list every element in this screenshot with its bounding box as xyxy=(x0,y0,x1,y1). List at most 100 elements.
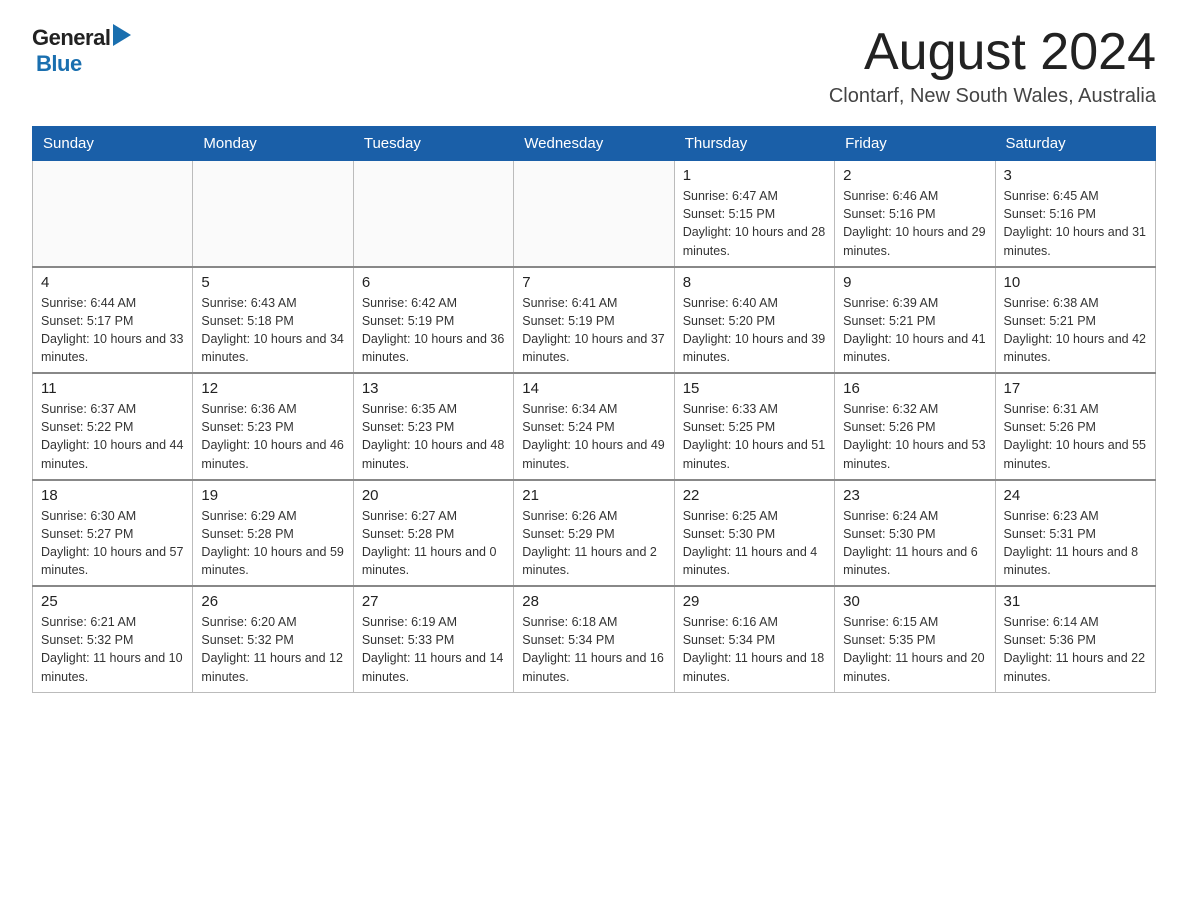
day-info: Sunrise: 6:31 AMSunset: 5:26 PMDaylight:… xyxy=(1004,400,1147,473)
day-number: 25 xyxy=(41,593,184,610)
table-row: 4 Sunrise: 6:44 AMSunset: 5:17 PMDaylight… xyxy=(33,267,193,374)
day-number: 27 xyxy=(362,593,505,610)
calendar-week-row: 1Sunrise: 6:47 AMSunset: 5:15 PMDaylight… xyxy=(33,161,1156,267)
day-info: Sunrise: 6:41 AMSunset: 5:19 PMDaylight:… xyxy=(522,294,665,367)
calendar-week-row: 25 Sunrise: 6:21 AMSunset: 5:32 PMDayligh… xyxy=(33,586,1156,692)
table-row: 8 Sunrise: 6:40 AMSunset: 5:20 PMDaylight… xyxy=(674,267,834,374)
table-row: 6 Sunrise: 6:42 AMSunset: 5:19 PMDaylight… xyxy=(353,267,513,374)
day-number: 31 xyxy=(1004,593,1147,610)
day-number: 22 xyxy=(683,487,826,504)
header-saturday: Saturday xyxy=(995,127,1155,161)
day-info: Sunrise: 6:46 AMSunset: 5:16 PMDaylight:… xyxy=(843,187,986,260)
day-number: 19 xyxy=(201,487,344,504)
table-row: 30 Sunrise: 6:15 AMSunset: 5:35 PMDayligh… xyxy=(835,586,995,692)
table-row: 22 Sunrise: 6:25 AMSunset: 5:30 PMDayligh… xyxy=(674,480,834,587)
day-number: 29 xyxy=(683,593,826,610)
day-number: 5 xyxy=(201,274,344,291)
header-friday: Friday xyxy=(835,127,995,161)
table-row: 11 Sunrise: 6:37 AMSunset: 5:22 PMDayligh… xyxy=(33,373,193,480)
day-number: 1 xyxy=(683,167,826,184)
table-row: 24Sunrise: 6:23 AMSunset: 5:31 PMDayligh… xyxy=(995,480,1155,587)
header-thursday: Thursday xyxy=(674,127,834,161)
page-header: General Blue August 2024 Clontarf, New S… xyxy=(32,24,1156,108)
table-row xyxy=(353,161,513,267)
day-info: Sunrise: 6:25 AMSunset: 5:30 PMDaylight:… xyxy=(683,507,826,580)
day-number: 11 xyxy=(41,380,184,397)
day-info: Sunrise: 6:42 AMSunset: 5:19 PMDaylight:… xyxy=(362,294,505,367)
day-info: Sunrise: 6:16 AMSunset: 5:34 PMDaylight:… xyxy=(683,613,826,686)
table-row: 10 Sunrise: 6:38 AMSunset: 5:21 PMDayligh… xyxy=(995,267,1155,374)
table-row: 28 Sunrise: 6:18 AMSunset: 5:34 PMDayligh… xyxy=(514,586,674,692)
day-number: 10 xyxy=(1004,274,1147,291)
table-row: 14Sunrise: 6:34 AMSunset: 5:24 PMDayligh… xyxy=(514,373,674,480)
table-row: 25 Sunrise: 6:21 AMSunset: 5:32 PMDayligh… xyxy=(33,586,193,692)
location-subtitle: Clontarf, New South Wales, Australia xyxy=(829,85,1156,108)
day-info: Sunrise: 6:19 AMSunset: 5:33 PMDaylight:… xyxy=(362,613,505,686)
day-info: Sunrise: 6:15 AMSunset: 5:35 PMDaylight:… xyxy=(843,613,986,686)
day-number: 9 xyxy=(843,274,986,291)
table-row: 9 Sunrise: 6:39 AMSunset: 5:21 PMDaylight… xyxy=(835,267,995,374)
day-number: 4 xyxy=(41,274,184,291)
day-info: Sunrise: 6:23 AMSunset: 5:31 PMDaylight:… xyxy=(1004,507,1147,580)
header-tuesday: Tuesday xyxy=(353,127,513,161)
logo-general-text: General xyxy=(32,25,110,51)
day-info: Sunrise: 6:33 AMSunset: 5:25 PMDaylight:… xyxy=(683,400,826,473)
table-row xyxy=(33,161,193,267)
day-info: Sunrise: 6:36 AMSunset: 5:23 PMDaylight:… xyxy=(201,400,344,473)
table-row: 5 Sunrise: 6:43 AMSunset: 5:18 PMDaylight… xyxy=(193,267,353,374)
logo-blue-text: Blue xyxy=(36,51,82,77)
table-row: 20 Sunrise: 6:27 AMSunset: 5:28 PMDayligh… xyxy=(353,480,513,587)
day-number: 18 xyxy=(41,487,184,504)
table-row: 3 Sunrise: 6:45 AMSunset: 5:16 PMDaylight… xyxy=(995,161,1155,267)
logo: General Blue xyxy=(32,24,131,77)
day-info: Sunrise: 6:37 AMSunset: 5:22 PMDaylight:… xyxy=(41,400,184,473)
table-row: 27 Sunrise: 6:19 AMSunset: 5:33 PMDayligh… xyxy=(353,586,513,692)
table-row: 26 Sunrise: 6:20 AMSunset: 5:32 PMDayligh… xyxy=(193,586,353,692)
day-number: 30 xyxy=(843,593,986,610)
month-title: August 2024 xyxy=(829,24,1156,81)
day-number: 3 xyxy=(1004,167,1147,184)
day-info: Sunrise: 6:39 AMSunset: 5:21 PMDaylight:… xyxy=(843,294,986,367)
day-info: Sunrise: 6:30 AMSunset: 5:27 PMDaylight:… xyxy=(41,507,184,580)
calendar-week-row: 11 Sunrise: 6:37 AMSunset: 5:22 PMDayligh… xyxy=(33,373,1156,480)
table-row: 16 Sunrise: 6:32 AMSunset: 5:26 PMDayligh… xyxy=(835,373,995,480)
day-info: Sunrise: 6:45 AMSunset: 5:16 PMDaylight:… xyxy=(1004,187,1147,260)
day-info: Sunrise: 6:44 AMSunset: 5:17 PMDaylight:… xyxy=(41,294,184,367)
table-row: 23 Sunrise: 6:24 AMSunset: 5:30 PMDayligh… xyxy=(835,480,995,587)
day-number: 20 xyxy=(362,487,505,504)
calendar-week-row: 18 Sunrise: 6:30 AMSunset: 5:27 PMDayligh… xyxy=(33,480,1156,587)
table-row: 7Sunrise: 6:41 AMSunset: 5:19 PMDaylight… xyxy=(514,267,674,374)
day-info: Sunrise: 6:24 AMSunset: 5:30 PMDaylight:… xyxy=(843,507,986,580)
table-row: 1Sunrise: 6:47 AMSunset: 5:15 PMDaylight… xyxy=(674,161,834,267)
day-info: Sunrise: 6:38 AMSunset: 5:21 PMDaylight:… xyxy=(1004,294,1147,367)
table-row: 12 Sunrise: 6:36 AMSunset: 5:23 PMDayligh… xyxy=(193,373,353,480)
day-number: 26 xyxy=(201,593,344,610)
day-info: Sunrise: 6:21 AMSunset: 5:32 PMDaylight:… xyxy=(41,613,184,686)
day-info: Sunrise: 6:32 AMSunset: 5:26 PMDaylight:… xyxy=(843,400,986,473)
day-info: Sunrise: 6:26 AMSunset: 5:29 PMDaylight:… xyxy=(522,507,665,580)
table-row: 2Sunrise: 6:46 AMSunset: 5:16 PMDaylight… xyxy=(835,161,995,267)
day-number: 28 xyxy=(522,593,665,610)
day-number: 8 xyxy=(683,274,826,291)
table-row: 19 Sunrise: 6:29 AMSunset: 5:28 PMDayligh… xyxy=(193,480,353,587)
header-wednesday: Wednesday xyxy=(514,127,674,161)
table-row: 18 Sunrise: 6:30 AMSunset: 5:27 PMDayligh… xyxy=(33,480,193,587)
table-row: 15Sunrise: 6:33 AMSunset: 5:25 PMDayligh… xyxy=(674,373,834,480)
day-info: Sunrise: 6:40 AMSunset: 5:20 PMDaylight:… xyxy=(683,294,826,367)
day-number: 12 xyxy=(201,380,344,397)
day-info: Sunrise: 6:43 AMSunset: 5:18 PMDaylight:… xyxy=(201,294,344,367)
day-number: 6 xyxy=(362,274,505,291)
day-info: Sunrise: 6:27 AMSunset: 5:28 PMDaylight:… xyxy=(362,507,505,580)
day-info: Sunrise: 6:20 AMSunset: 5:32 PMDaylight:… xyxy=(201,613,344,686)
day-info: Sunrise: 6:29 AMSunset: 5:28 PMDaylight:… xyxy=(201,507,344,580)
header-monday: Monday xyxy=(193,127,353,161)
table-row: 31Sunrise: 6:14 AMSunset: 5:36 PMDayligh… xyxy=(995,586,1155,692)
day-number: 23 xyxy=(843,487,986,504)
table-row: 17Sunrise: 6:31 AMSunset: 5:26 PMDayligh… xyxy=(995,373,1155,480)
table-row: 21Sunrise: 6:26 AMSunset: 5:29 PMDayligh… xyxy=(514,480,674,587)
calendar-table: Sunday Monday Tuesday Wednesday Thursday… xyxy=(32,126,1156,693)
calendar-week-row: 4 Sunrise: 6:44 AMSunset: 5:17 PMDaylight… xyxy=(33,267,1156,374)
day-info: Sunrise: 6:35 AMSunset: 5:23 PMDaylight:… xyxy=(362,400,505,473)
day-info: Sunrise: 6:18 AMSunset: 5:34 PMDaylight:… xyxy=(522,613,665,686)
day-number: 16 xyxy=(843,380,986,397)
